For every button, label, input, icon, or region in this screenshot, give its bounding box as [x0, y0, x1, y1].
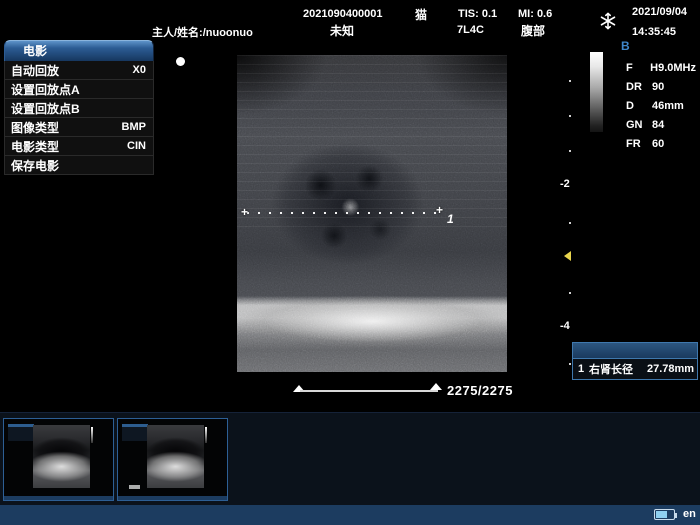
probe-orientation-marker: [176, 57, 185, 66]
measurement-result-box: 1 右肾长径 27.78mm: [572, 342, 698, 380]
grayscale-map-bar: [590, 52, 603, 132]
mode-b-label: B: [621, 39, 630, 53]
freeze-snowflake-icon: [599, 12, 617, 30]
cine-frame-counter: 2275/2275: [447, 383, 513, 398]
thumb-mini-statusbar: [118, 496, 227, 500]
thumb-mini-measure-text: [129, 485, 140, 489]
time-display: 14:35:45: [632, 26, 676, 38]
caliper-cross-icon[interactable]: +: [241, 205, 248, 219]
battery-terminal: [675, 513, 677, 518]
param-frequency: F H9.0MHz: [626, 62, 696, 74]
menu-item-cine-type[interactable]: 电影类型 CIN: [4, 137, 154, 156]
exam-id: 2021090400001: [303, 8, 383, 20]
param-label: D: [626, 100, 652, 112]
depth-tick: [569, 115, 571, 117]
param-label: F: [626, 62, 650, 74]
result-name: 右肾长径: [589, 361, 647, 377]
owner-name: 主人/姓名:/nuoonuo: [152, 24, 253, 40]
param-label: DR: [626, 81, 652, 93]
menu-item-set-replay-point-a[interactable]: 设置回放点A: [4, 80, 154, 99]
focus-position-icon[interactable]: [564, 251, 571, 261]
param-label: GN: [626, 119, 652, 131]
language-indicator[interactable]: en: [683, 508, 696, 520]
caliper-cross-icon[interactable]: +: [436, 203, 443, 217]
menu-item-label: 设置回放点A: [11, 81, 80, 98]
tis-value: TIS: 0.1: [458, 8, 497, 20]
param-value: 46mm: [652, 100, 684, 112]
menu-item-value: X0: [133, 64, 146, 76]
battery-icon: [654, 509, 675, 520]
patient-status: 未知: [330, 22, 354, 39]
menu-item-save-cine[interactable]: 保存电影: [4, 156, 154, 175]
thumb-mini-grayscale-bar: [91, 427, 93, 443]
menu-item-value: CIN: [127, 140, 146, 152]
system-status-bar: en: [0, 505, 700, 525]
menu-item-value: BMP: [122, 121, 146, 133]
cine-menu: 电影 自动回放 X0 设置回放点A 设置回放点B 图像类型 BMP 电影类型 C…: [4, 40, 154, 175]
result-index: 1: [573, 363, 589, 375]
param-depth: D 46mm: [626, 100, 696, 112]
param-frame-rate: FR 60: [626, 138, 696, 150]
menu-item-label: 图像类型: [11, 119, 59, 136]
menu-item-label: 保存电影: [11, 157, 59, 174]
param-value: 84: [652, 119, 664, 131]
measurement-dotted-line: [247, 212, 443, 214]
param-value: H9.0MHz: [650, 62, 696, 74]
measurement-result-row: 1 右肾长径 27.78mm: [573, 359, 697, 379]
param-gain: GN 84: [626, 119, 696, 131]
depth-label-2cm: -2: [560, 178, 570, 190]
depth-tick: [569, 80, 571, 82]
depth-label-4cm: -4: [560, 320, 570, 332]
saved-image-thumbnail-2[interactable]: [117, 418, 228, 501]
thumb-mini-grayscale-bar: [205, 427, 207, 443]
thumb-mini-menu: [8, 424, 34, 441]
thumb-mini-image: [147, 425, 204, 488]
menu-item-label: 设置回放点B: [11, 100, 80, 117]
menu-item-label: 自动回放: [11, 62, 59, 79]
saved-image-thumbnail-1[interactable]: [3, 418, 114, 501]
probe-model: 7L4C: [457, 24, 484, 36]
measurement-number-label: 1: [447, 212, 454, 226]
thumb-mini-menu: [122, 424, 148, 441]
mi-value: MI: 0.6: [518, 8, 552, 20]
date-display: 2021/09/04: [632, 6, 687, 18]
ultrasound-screen: 2021090400001 猫 TIS: 0.1 MI: 0.6 2021/09…: [0, 0, 700, 525]
menu-item-set-replay-point-b[interactable]: 设置回放点B: [4, 99, 154, 118]
param-value: 90: [652, 81, 664, 93]
menu-item-image-type[interactable]: 图像类型 BMP: [4, 118, 154, 137]
result-value: 27.78mm: [647, 363, 694, 375]
depth-tick: [569, 150, 571, 152]
measurement-result-header: [573, 343, 697, 359]
menu-item-label: 电影类型: [11, 138, 59, 155]
species-label: 猫: [415, 6, 427, 23]
param-label: FR: [626, 138, 652, 150]
thumb-mini-statusbar: [4, 496, 113, 500]
depth-tick: [569, 222, 571, 224]
thumb-mini-image: [33, 425, 90, 488]
thumbnail-strip: [0, 412, 700, 505]
cine-position-marker-icon[interactable]: [430, 383, 442, 390]
param-value: 60: [652, 138, 664, 150]
exam-preset: 腹部: [521, 22, 545, 39]
battery-level-fill: [656, 511, 667, 518]
menu-item-auto-replay[interactable]: 自动回放 X0: [4, 61, 154, 80]
cine-progress-bar[interactable]: [300, 390, 438, 392]
cine-menu-title: 电影: [4, 40, 154, 61]
depth-tick: [569, 363, 571, 365]
param-dynamic-range: DR 90: [626, 81, 696, 93]
depth-tick: [569, 292, 571, 294]
